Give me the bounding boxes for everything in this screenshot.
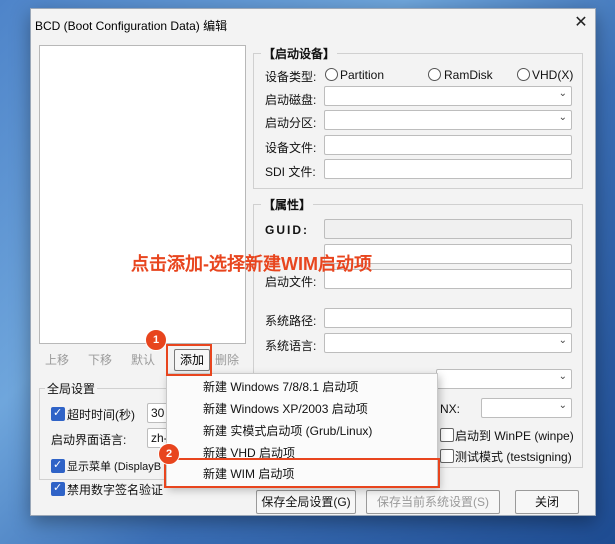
- nx-label: NX:: [440, 402, 461, 416]
- menu-item-new-realmode[interactable]: 新建 实模式启动项 (Grub/Linux): [167, 420, 437, 442]
- system-language-combo[interactable]: ⌄: [324, 333, 572, 353]
- system-language-label: 系统语言:: [265, 339, 317, 353]
- window-title: BCD (Boot Configuration Data) 编辑: [35, 19, 228, 33]
- timeout-checkbox[interactable]: [51, 406, 65, 421]
- property-combo[interactable]: ⌄: [436, 369, 572, 389]
- sdi-file-input[interactable]: [324, 159, 572, 179]
- chevron-down-icon: ⌄: [558, 400, 567, 411]
- boot-disk-label: 启动磁盘:: [265, 93, 317, 107]
- disable-signature-label: 禁用数字签名验证: [67, 483, 164, 497]
- device-file-input[interactable]: [324, 135, 572, 155]
- step-1-badge: 1: [145, 329, 167, 351]
- boot-partition-label: 启动分区:: [265, 116, 317, 130]
- menu-item-new-winxp[interactable]: 新建 Windows XP/2003 启动项: [167, 398, 437, 420]
- device-type-label: 设备类型:: [265, 70, 317, 84]
- boot-disk-combo[interactable]: ⌄: [324, 86, 572, 106]
- step-2-badge: 2: [158, 443, 180, 465]
- global-settings-title: 全局设置: [45, 380, 98, 397]
- move-up-button[interactable]: 上移: [43, 349, 71, 371]
- disable-signature-checkbox[interactable]: [51, 481, 65, 496]
- chevron-down-icon: ⌄: [558, 335, 567, 346]
- ramdisk-radio[interactable]: [428, 68, 441, 81]
- set-default-button[interactable]: 默认: [129, 349, 157, 371]
- device-file-label: 设备文件:: [265, 141, 317, 155]
- wim-highlight-box: [164, 458, 440, 488]
- guid-field: [324, 219, 572, 239]
- nx-combo[interactable]: ⌄: [481, 398, 572, 418]
- vhd-radio-label: VHD(X): [532, 68, 574, 82]
- boot-to-winpe-label: 启动到 WinPE (winpe): [455, 429, 574, 443]
- show-menu-label: 显示菜单 (DisplayB: [67, 461, 162, 473]
- vhd-radio[interactable]: [517, 68, 530, 81]
- delete-button[interactable]: 删除: [213, 349, 241, 371]
- close-icon[interactable]: ✕: [571, 13, 591, 33]
- ramdisk-radio-label: RamDisk: [444, 68, 493, 82]
- boot-device-title: 【启动设备】: [261, 45, 338, 62]
- boot-partition-combo[interactable]: ⌄: [324, 110, 572, 130]
- annotation-text: 点击添加-选择新建WIM启动项: [131, 254, 372, 274]
- system-path-input[interactable]: [324, 308, 572, 328]
- partition-radio[interactable]: [325, 68, 338, 81]
- boot-to-winpe-checkbox[interactable]: [440, 428, 454, 442]
- move-down-button[interactable]: 下移: [86, 349, 114, 371]
- partition-radio-label: Partition: [340, 68, 385, 82]
- close-button[interactable]: 关闭: [515, 490, 579, 514]
- menu-item-new-win7[interactable]: 新建 Windows 7/8/8.1 启动项: [167, 376, 437, 398]
- chevron-down-icon: ⌄: [558, 112, 567, 123]
- ui-language-label: 启动界面语言:: [51, 433, 127, 447]
- chevron-down-icon: ⌄: [558, 88, 567, 99]
- sdi-file-label: SDI 文件:: [265, 165, 316, 179]
- timeout-label: 超时时间(秒): [67, 408, 135, 422]
- test-mode-label: 测试模式 (testsigning): [455, 450, 572, 464]
- test-mode-checkbox[interactable]: [440, 449, 454, 463]
- guid-label: GUID:: [265, 223, 309, 237]
- save-current-button[interactable]: 保存当前系统设置(S): [366, 490, 500, 514]
- chevron-down-icon: ⌄: [558, 371, 567, 382]
- title-bar: BCD (Boot Configuration Data) 编辑 ✕: [31, 9, 595, 39]
- boot-entry-list[interactable]: [39, 45, 246, 344]
- add-highlight-box: [166, 344, 212, 376]
- properties-title: 【属性】: [261, 196, 314, 213]
- system-path-label: 系统路径:: [265, 314, 317, 328]
- save-global-button[interactable]: 保存全局设置(G): [256, 490, 356, 514]
- show-menu-checkbox[interactable]: [51, 458, 65, 473]
